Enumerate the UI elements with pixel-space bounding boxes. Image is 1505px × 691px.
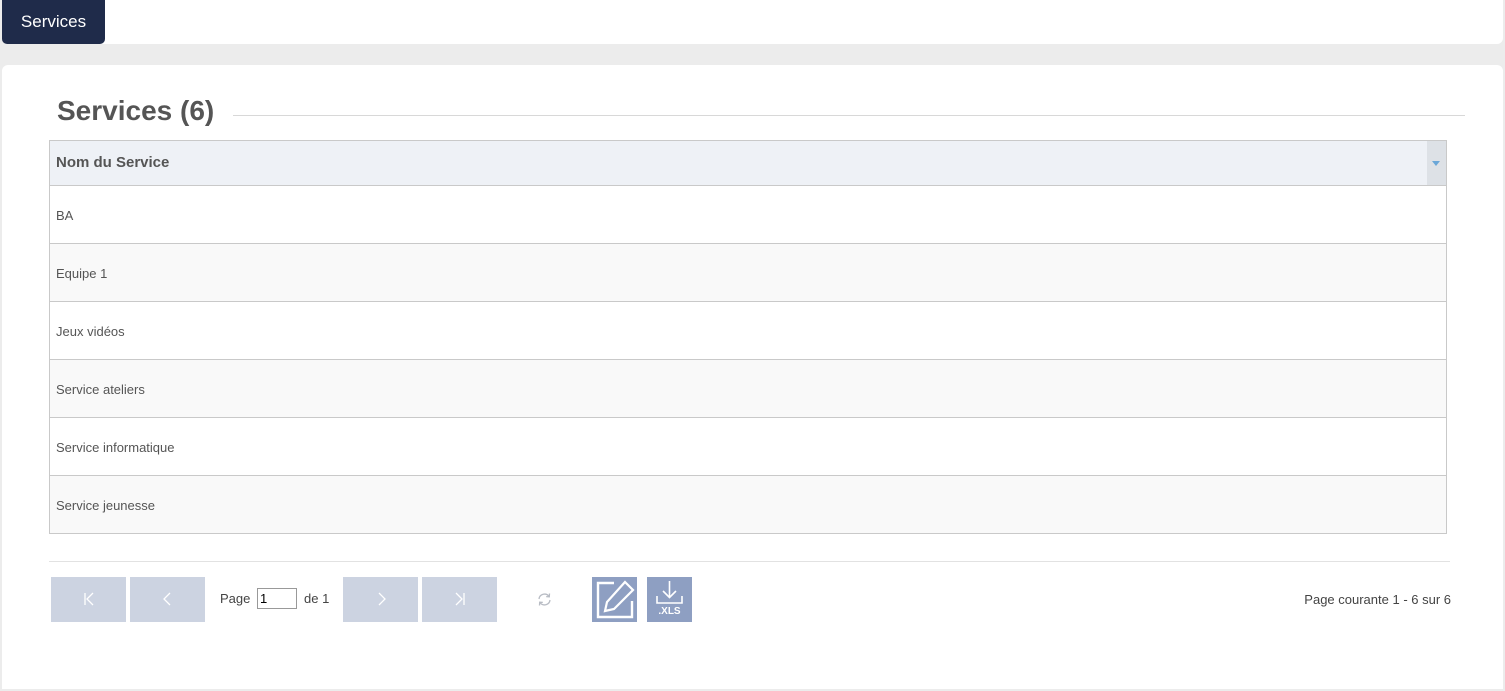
table-cell: BA [56,208,74,223]
table-cell: Jeux vidéos [56,324,125,339]
title-row: Services (6) [57,95,1467,131]
tab-services[interactable]: Services [2,0,105,44]
table-row[interactable]: Service jeunesse [50,476,1446,534]
column-header-service-name[interactable]: Nom du Service [56,141,169,185]
first-page-icon [83,592,93,606]
table-row[interactable]: Service ateliers [50,360,1446,418]
pager-info: Page courante 1 - 6 sur 6 [1304,592,1451,607]
next-page-button[interactable] [343,577,418,622]
column-menu-button[interactable] [1427,141,1446,185]
prev-page-button[interactable] [130,577,205,622]
xls-label: .XLS [658,606,681,617]
table-row[interactable]: Jeux vidéos [50,302,1446,360]
page-total-label: de 1 [304,591,330,606]
pager: Page de 1 [51,577,1451,622]
last-page-icon [455,592,465,606]
table-cell: Service ateliers [56,382,145,397]
pager-divider [49,561,1450,562]
refresh-icon [538,593,551,606]
edit-icon [596,580,635,619]
prev-page-icon [162,592,170,606]
table-cell: Equipe 1 [56,266,108,281]
refresh-button[interactable] [536,591,553,608]
table-row[interactable]: BA [50,186,1446,244]
export-xls-button[interactable]: .XLS [647,577,692,622]
table-row[interactable]: Equipe 1 [50,244,1446,302]
top-tab-bar: Services [2,0,1503,44]
table-cell: Service jeunesse [56,498,155,513]
title-divider [233,115,1465,116]
page-label: Page [220,591,251,606]
caret-down-icon [1432,161,1440,166]
first-page-button[interactable] [51,577,126,622]
next-page-icon [378,592,386,606]
last-page-button[interactable] [422,577,497,622]
table-cell: Service informatique [56,440,175,455]
table-row[interactable]: Service informatique [50,418,1446,476]
main-panel: Services (6) Nom du Service BA Equipe 1 … [2,65,1503,689]
services-grid: Nom du Service BA Equipe 1 Jeux vidéos S… [49,140,1447,534]
grid-header: Nom du Service [50,141,1446,186]
edit-button[interactable] [592,577,637,622]
page-title: Services (6) [57,95,215,126]
page-number-input[interactable] [257,588,297,609]
